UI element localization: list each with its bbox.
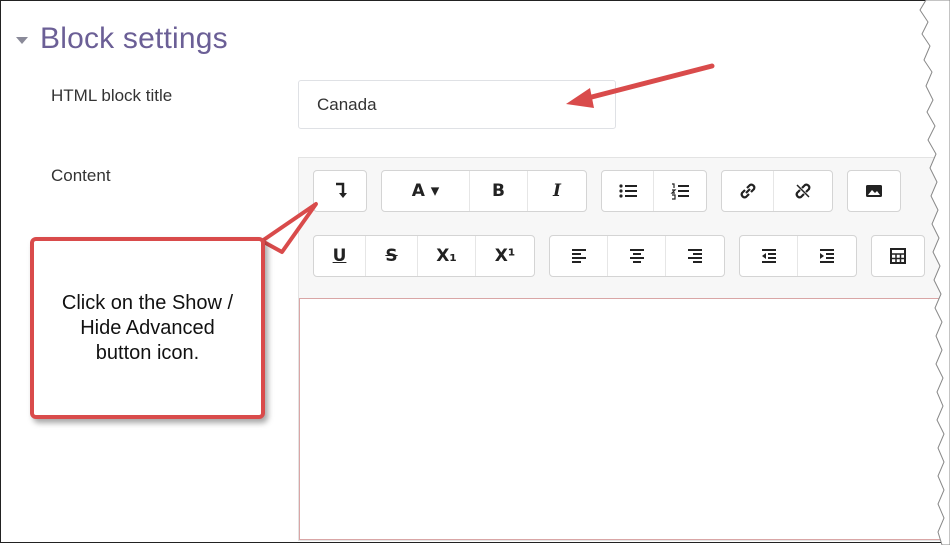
section-title: Block settings xyxy=(40,22,228,55)
unordered-list-icon xyxy=(618,184,637,198)
torn-edge-decoration xyxy=(919,0,950,545)
toolbar-group: A ▾ B I xyxy=(381,170,587,212)
toolbar-group xyxy=(601,170,707,212)
align-left-button[interactable] xyxy=(550,236,608,276)
show-hide-advanced-button[interactable] xyxy=(314,171,366,211)
subscript-button[interactable]: X₁ xyxy=(418,236,476,276)
toolbar-group xyxy=(549,235,725,277)
link-button[interactable] xyxy=(722,171,774,211)
indent-icon xyxy=(820,249,834,263)
align-center-icon xyxy=(629,249,644,263)
toolbar-group xyxy=(721,170,833,212)
html-block-title-input[interactable]: Canada xyxy=(298,80,616,129)
ordered-list-icon xyxy=(670,183,689,200)
instruction-callout: Click on the Show / Hide Advanced button… xyxy=(30,237,265,419)
collapse-caret-icon[interactable] xyxy=(16,36,28,44)
outdent-icon xyxy=(761,249,776,263)
bold-button[interactable]: B xyxy=(470,171,528,211)
toolbar-row-1: A ▾ B I xyxy=(313,170,915,212)
toolbar-row-2: U S X₁ X¹ xyxy=(313,235,939,277)
align-right-button[interactable] xyxy=(666,236,724,276)
link-icon xyxy=(740,183,755,199)
toolbar-group xyxy=(739,235,857,277)
indent-button[interactable] xyxy=(798,236,856,276)
content-textarea[interactable] xyxy=(299,298,949,540)
outdent-button[interactable] xyxy=(740,236,798,276)
align-right-icon xyxy=(688,249,702,263)
title-label: HTML block title xyxy=(51,86,173,105)
underline-button[interactable]: U xyxy=(314,236,366,276)
ordered-list-button[interactable] xyxy=(654,171,706,211)
show-hide-advanced-icon xyxy=(336,182,347,198)
toolbar-group: U S X₁ X¹ xyxy=(313,235,535,277)
unordered-list-button[interactable] xyxy=(602,171,654,211)
content-label: Content xyxy=(51,166,111,185)
unlink-button[interactable] xyxy=(774,171,832,211)
align-center-button[interactable] xyxy=(608,236,666,276)
toolbar-group xyxy=(313,170,367,212)
block-settings-header[interactable]: Block settings xyxy=(16,22,228,56)
content-editor: A ▾ B I U S X₁ X¹ xyxy=(298,157,950,541)
align-left-icon xyxy=(571,249,586,263)
font-color-button[interactable]: A ▾ xyxy=(382,171,470,211)
strikethrough-button[interactable]: S xyxy=(366,236,418,276)
unlink-icon xyxy=(795,183,811,199)
superscript-button[interactable]: X¹ xyxy=(476,236,534,276)
italic-button[interactable]: I xyxy=(528,171,586,211)
